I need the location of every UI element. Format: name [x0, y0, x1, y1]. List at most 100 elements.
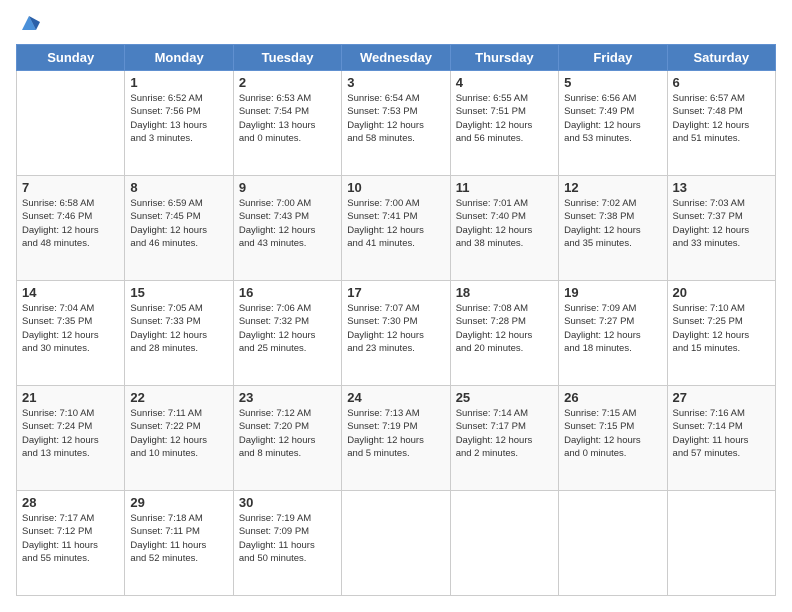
day-number: 2 [239, 75, 336, 90]
weekday-header: Saturday [667, 45, 775, 71]
calendar-day-cell: 19Sunrise: 7:09 AM Sunset: 7:27 PM Dayli… [559, 281, 667, 386]
day-info: Sunrise: 7:10 AM Sunset: 7:25 PM Dayligh… [673, 302, 770, 355]
day-info: Sunrise: 7:18 AM Sunset: 7:11 PM Dayligh… [130, 512, 227, 565]
day-info: Sunrise: 7:11 AM Sunset: 7:22 PM Dayligh… [130, 407, 227, 460]
day-info: Sunrise: 7:13 AM Sunset: 7:19 PM Dayligh… [347, 407, 444, 460]
calendar-day-cell: 8Sunrise: 6:59 AM Sunset: 7:45 PM Daylig… [125, 176, 233, 281]
day-info: Sunrise: 7:00 AM Sunset: 7:43 PM Dayligh… [239, 197, 336, 250]
day-number: 24 [347, 390, 444, 405]
day-info: Sunrise: 7:01 AM Sunset: 7:40 PM Dayligh… [456, 197, 553, 250]
calendar-day-cell: 1 Sunrise: 6:52 AM Sunset: 7:56 PM Daylig… [125, 71, 233, 176]
day-info: Sunrise: 7:07 AM Sunset: 7:30 PM Dayligh… [347, 302, 444, 355]
calendar-day-cell: 6 Sunrise: 6:57 AM Sunset: 7:48 PM Daylig… [667, 71, 775, 176]
day-info: Sunrise: 6:56 AM Sunset: 7:49 PM Dayligh… [564, 92, 661, 145]
day-info: Sunrise: 6:52 AM Sunset: 7:56 PM Dayligh… [130, 92, 227, 145]
calendar-day-cell: 24 Sunrise: 7:13 AM Sunset: 7:19 PM Dayli… [342, 386, 450, 491]
day-number: 23 [239, 390, 336, 405]
day-info: Sunrise: 7:17 AM Sunset: 7:12 PM Dayligh… [22, 512, 119, 565]
day-info: Sunrise: 6:57 AM Sunset: 7:48 PM Dayligh… [673, 92, 770, 145]
logo [16, 16, 40, 34]
calendar-header-row: SundayMondayTuesdayWednesdayThursdayFrid… [17, 45, 776, 71]
calendar-day-cell: 21 Sunrise: 7:10 AM Sunset: 7:24 PM Dayli… [17, 386, 125, 491]
day-info: Sunrise: 6:54 AM Sunset: 7:53 PM Dayligh… [347, 92, 444, 145]
day-number: 5 [564, 75, 661, 90]
calendar-day-cell: 17 Sunrise: 7:07 AM Sunset: 7:30 PM Dayli… [342, 281, 450, 386]
calendar-week-row: 28 Sunrise: 7:17 AM Sunset: 7:12 PM Dayli… [17, 491, 776, 596]
day-info: Sunrise: 7:10 AM Sunset: 7:24 PM Dayligh… [22, 407, 119, 460]
day-number: 15 [130, 285, 227, 300]
day-info: Sunrise: 7:14 AM Sunset: 7:17 PM Dayligh… [456, 407, 553, 460]
day-info: Sunrise: 7:02 AM Sunset: 7:38 PM Dayligh… [564, 197, 661, 250]
day-number: 20 [673, 285, 770, 300]
day-number: 10 [347, 180, 444, 195]
weekday-header: Wednesday [342, 45, 450, 71]
calendar-table: SundayMondayTuesdayWednesdayThursdayFrid… [16, 44, 776, 596]
weekday-header: Thursday [450, 45, 558, 71]
day-number: 21 [22, 390, 119, 405]
day-number: 6 [673, 75, 770, 90]
calendar-day-cell: 7Sunrise: 6:58 AM Sunset: 7:46 PM Daylig… [17, 176, 125, 281]
weekday-header: Sunday [17, 45, 125, 71]
day-number: 11 [456, 180, 553, 195]
day-number: 12 [564, 180, 661, 195]
day-number: 17 [347, 285, 444, 300]
day-info: Sunrise: 7:05 AM Sunset: 7:33 PM Dayligh… [130, 302, 227, 355]
day-info: Sunrise: 6:55 AM Sunset: 7:51 PM Dayligh… [456, 92, 553, 145]
calendar-day-cell: 28 Sunrise: 7:17 AM Sunset: 7:12 PM Dayli… [17, 491, 125, 596]
calendar-day-cell: 18 Sunrise: 7:08 AM Sunset: 7:28 PM Dayli… [450, 281, 558, 386]
day-number: 22 [130, 390, 227, 405]
day-info: Sunrise: 7:09 AM Sunset: 7:27 PM Dayligh… [564, 302, 661, 355]
day-number: 1 [130, 75, 227, 90]
day-info: Sunrise: 7:12 AM Sunset: 7:20 PM Dayligh… [239, 407, 336, 460]
weekday-header: Friday [559, 45, 667, 71]
day-number: 27 [673, 390, 770, 405]
day-info: Sunrise: 7:08 AM Sunset: 7:28 PM Dayligh… [456, 302, 553, 355]
calendar-day-cell: 4 Sunrise: 6:55 AM Sunset: 7:51 PM Daylig… [450, 71, 558, 176]
calendar-day-cell [450, 491, 558, 596]
day-info: Sunrise: 7:06 AM Sunset: 7:32 PM Dayligh… [239, 302, 336, 355]
header [16, 16, 776, 34]
day-number: 14 [22, 285, 119, 300]
calendar-day-cell: 30 Sunrise: 7:19 AM Sunset: 7:09 PM Dayli… [233, 491, 341, 596]
calendar-day-cell: 9 Sunrise: 7:00 AM Sunset: 7:43 PM Daylig… [233, 176, 341, 281]
calendar-day-cell: 29 Sunrise: 7:18 AM Sunset: 7:11 PM Dayli… [125, 491, 233, 596]
day-number: 28 [22, 495, 119, 510]
calendar-day-cell: 12 Sunrise: 7:02 AM Sunset: 7:38 PM Dayli… [559, 176, 667, 281]
calendar-week-row: 1 Sunrise: 6:52 AM Sunset: 7:56 PM Daylig… [17, 71, 776, 176]
day-number: 29 [130, 495, 227, 510]
day-number: 25 [456, 390, 553, 405]
day-number: 9 [239, 180, 336, 195]
calendar-day-cell: 13Sunrise: 7:03 AM Sunset: 7:37 PM Dayli… [667, 176, 775, 281]
day-info: Sunrise: 7:19 AM Sunset: 7:09 PM Dayligh… [239, 512, 336, 565]
calendar-day-cell: 26 Sunrise: 7:15 AM Sunset: 7:15 PM Dayli… [559, 386, 667, 491]
day-number: 26 [564, 390, 661, 405]
weekday-header: Monday [125, 45, 233, 71]
day-info: Sunrise: 7:04 AM Sunset: 7:35 PM Dayligh… [22, 302, 119, 355]
calendar-day-cell: 16Sunrise: 7:06 AM Sunset: 7:32 PM Dayli… [233, 281, 341, 386]
calendar-day-cell: 23 Sunrise: 7:12 AM Sunset: 7:20 PM Dayli… [233, 386, 341, 491]
calendar-day-cell: 14 Sunrise: 7:04 AM Sunset: 7:35 PM Dayli… [17, 281, 125, 386]
day-number: 30 [239, 495, 336, 510]
day-number: 18 [456, 285, 553, 300]
calendar-day-cell: 22 Sunrise: 7:11 AM Sunset: 7:22 PM Dayli… [125, 386, 233, 491]
day-number: 7 [22, 180, 119, 195]
weekday-header: Tuesday [233, 45, 341, 71]
day-number: 8 [130, 180, 227, 195]
day-info: Sunrise: 7:16 AM Sunset: 7:14 PM Dayligh… [673, 407, 770, 460]
calendar-day-cell: 25 Sunrise: 7:14 AM Sunset: 7:17 PM Dayli… [450, 386, 558, 491]
page: SundayMondayTuesdayWednesdayThursdayFrid… [0, 0, 792, 612]
calendar-day-cell: 5 Sunrise: 6:56 AM Sunset: 7:49 PM Daylig… [559, 71, 667, 176]
calendar-day-cell [559, 491, 667, 596]
calendar-week-row: 7Sunrise: 6:58 AM Sunset: 7:46 PM Daylig… [17, 176, 776, 281]
day-info: Sunrise: 7:03 AM Sunset: 7:37 PM Dayligh… [673, 197, 770, 250]
calendar-day-cell: 15 Sunrise: 7:05 AM Sunset: 7:33 PM Dayli… [125, 281, 233, 386]
calendar-day-cell [342, 491, 450, 596]
day-info: Sunrise: 7:00 AM Sunset: 7:41 PM Dayligh… [347, 197, 444, 250]
calendar-day-cell: 2 Sunrise: 6:53 AM Sunset: 7:54 PM Daylig… [233, 71, 341, 176]
logo-icon [18, 12, 40, 34]
day-info: Sunrise: 7:15 AM Sunset: 7:15 PM Dayligh… [564, 407, 661, 460]
calendar-week-row: 21 Sunrise: 7:10 AM Sunset: 7:24 PM Dayli… [17, 386, 776, 491]
calendar-week-row: 14 Sunrise: 7:04 AM Sunset: 7:35 PM Dayli… [17, 281, 776, 386]
day-info: Sunrise: 6:53 AM Sunset: 7:54 PM Dayligh… [239, 92, 336, 145]
day-number: 4 [456, 75, 553, 90]
